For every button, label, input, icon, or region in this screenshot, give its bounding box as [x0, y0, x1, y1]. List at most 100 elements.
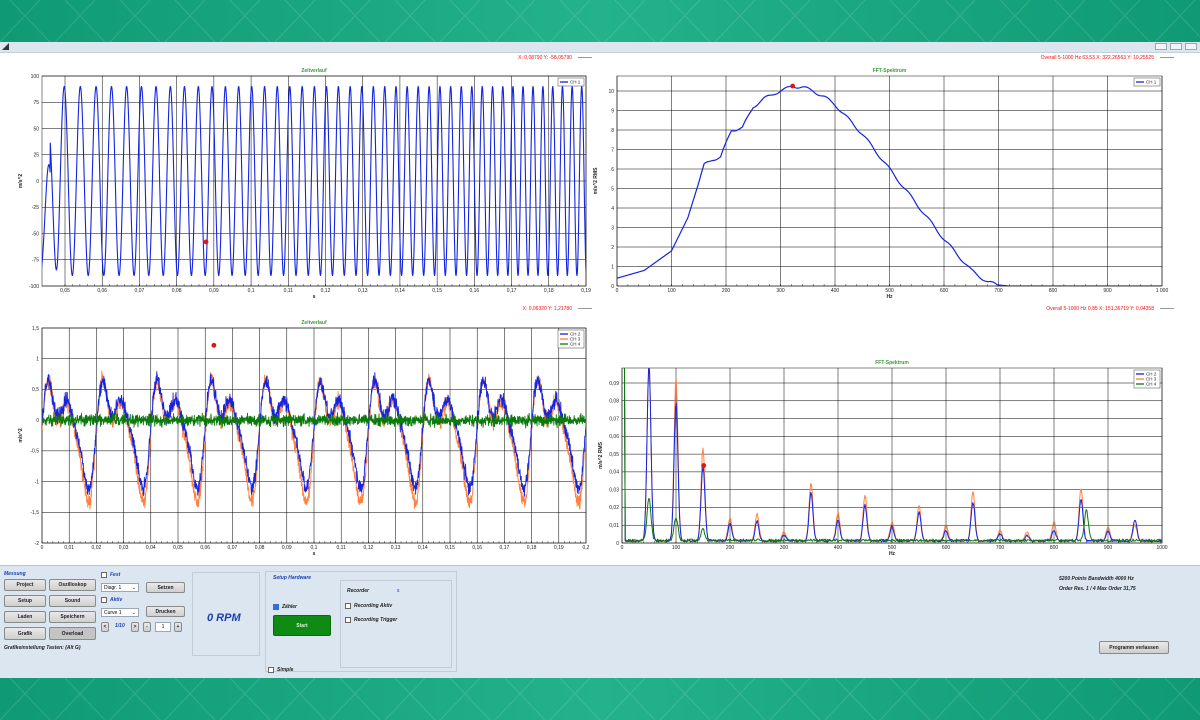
chart1-xtick-label: 0,18	[544, 288, 554, 294]
chart2-xtick-label: 900	[1103, 288, 1112, 294]
fest-checkbox[interactable]	[101, 572, 107, 578]
chart1-xtick-label: 0,09	[209, 288, 219, 294]
chart3-ytick-label: -0,5	[30, 449, 39, 455]
recording-trigger-label: Recording Trigger	[354, 617, 398, 623]
recording-aktiv-checkbox[interactable]	[345, 603, 351, 609]
band-pattern-top	[0, 0, 1200, 42]
zaehler-label: Zähler	[282, 604, 298, 610]
chart3-title: Zeitverlauf	[301, 320, 327, 326]
diagram-select[interactable]: Diagr. 1 ⌄	[101, 583, 139, 592]
simple-checkbox[interactable]	[268, 667, 274, 673]
chart2-xtick-label: 200	[722, 288, 731, 294]
curve-select[interactable]: Curve 1 ⌄	[101, 608, 139, 617]
chart1-ytick-label: 0	[36, 179, 39, 185]
chart2-ytick-label: 10	[608, 89, 614, 95]
page-next-button[interactable]: >	[131, 622, 139, 632]
increment-button[interactable]: +	[174, 622, 182, 632]
chart1-ytick-label: -25	[32, 205, 39, 211]
chevron-down-icon: ⌄	[131, 610, 136, 616]
chart4-ytick-label: 0,08	[609, 399, 619, 405]
band-pattern-bottom	[0, 678, 1200, 720]
chart4-xtick-label: 600	[942, 545, 951, 551]
chart4-ytick-label: 0,07	[609, 416, 619, 422]
chart2-ytick-label: 0	[611, 284, 614, 290]
recording-aktiv-label: Recording Aktiv	[354, 603, 393, 609]
chart2-ytick-label: 5	[611, 186, 614, 192]
grafik-button[interactable]: Grafik	[4, 627, 46, 640]
recorder-value: s	[397, 588, 400, 594]
chart3-ytick-label: -1	[35, 479, 40, 485]
overload-button[interactable]: Overload	[49, 627, 96, 640]
chart4-ytick-label: 0,06	[609, 434, 619, 440]
chart3-xtick-label: 0,13	[391, 545, 401, 551]
control-panel: Messung Project Oszilloskop Setup Sound …	[0, 565, 1200, 679]
diagram-select-value: Diagr. 1	[104, 585, 122, 591]
zaehler-checkbox[interactable]	[273, 604, 279, 610]
chart1-xtick-label: 0,16	[469, 288, 479, 294]
chart1-xlabel: s	[313, 294, 316, 300]
chevron-down-icon: ⌄	[131, 585, 136, 591]
chart4-xtick-label: 900	[1104, 545, 1113, 551]
chart2-ylabel: m/s^2 RMS	[593, 167, 599, 194]
chart3-ylabel: m/s^2	[18, 428, 24, 443]
chart2-xlabel: Hz	[886, 294, 893, 300]
recorder-label: Recorder	[347, 588, 369, 594]
project-button[interactable]: Project	[4, 579, 46, 591]
number-input[interactable]: 1	[155, 622, 171, 632]
chart1-legend-label: CH 1	[570, 80, 581, 85]
chart2-cursor-marker	[790, 83, 796, 89]
chart1-xtick-label: 0,14	[395, 288, 405, 294]
chart3-ytick-label: -2	[35, 541, 40, 547]
chart3-xtick-label: 0,15	[445, 545, 455, 551]
chart3-xtick-label: 0,06	[200, 545, 210, 551]
chart3-xtick-label: 0,16	[472, 545, 482, 551]
chart2-xtick-label: 600	[940, 288, 949, 294]
chart1-ytick-label: -50	[32, 231, 39, 237]
chart4-legend-label: CH 4	[1146, 382, 1157, 387]
charts-area: Zeitverlauf1007550250-25-50-75-1000,05 0,…	[18, 68, 1169, 557]
decrement-button[interactable]: -	[143, 622, 151, 632]
aktiv-checkbox[interactable]	[101, 597, 107, 603]
chart4-xtick-label: 0	[621, 545, 624, 551]
laden-button[interactable]: Laden	[4, 611, 46, 623]
chart1-ytick-label: 100	[31, 74, 40, 80]
top-decorative-band	[0, 0, 1200, 42]
chart4-ytick-label: 0,05	[609, 452, 619, 458]
chart3-xtick-label: 0,19	[554, 545, 564, 551]
exit-program-button[interactable]: Programm verlassen	[1099, 641, 1169, 654]
chart3-xtick-label: 0,08	[255, 545, 265, 551]
chart3-xtick-label: 0,02	[92, 545, 102, 551]
chart2-ytick-label: 1	[611, 264, 614, 270]
chart4-ylabel: m/s^2 RMS	[598, 441, 604, 468]
oszilloskop-button[interactable]: Oszilloskop	[49, 579, 96, 591]
chart2-ytick-label: 9	[611, 108, 614, 114]
chart3-legend-label: CH 4	[570, 342, 581, 347]
rpm-frame	[192, 572, 260, 656]
recording-trigger-checkbox[interactable]	[345, 617, 351, 623]
drucken-button[interactable]: Drucken	[146, 606, 185, 617]
chart1-title: Zeitverlauf	[301, 68, 327, 74]
chart2-ytick-label: 4	[611, 206, 614, 212]
chart4-ytick-label: 0,01	[609, 523, 619, 529]
chart4-xtick-label: 800	[1050, 545, 1059, 551]
setup-hardware-label: Setup Hardware	[273, 575, 312, 581]
setzen-button[interactable]: Setzen	[146, 582, 185, 593]
chart2-xtick-label: 800	[1049, 288, 1058, 294]
chart2-xtick-label: 1 000	[1156, 288, 1169, 294]
chart4-title: FFT-Spektrum	[875, 360, 909, 366]
chart4-xtick-label: 300	[780, 545, 789, 551]
simple-label: Simple	[277, 667, 294, 673]
setup-button[interactable]: Setup	[4, 595, 46, 607]
sound-button[interactable]: Sound	[49, 595, 96, 607]
chart3-xtick-label: 0,07	[228, 545, 238, 551]
chart3-xlabel: s	[313, 551, 316, 557]
page-prev-button[interactable]: <	[101, 622, 109, 632]
chart2-legend-label: CH 1	[1146, 80, 1157, 85]
application-window: X: 0,08790 Y: -58,05790 Overall 5-1000 H…	[0, 42, 1200, 679]
chart1-xtick-label: 0,13	[358, 288, 368, 294]
speichern-button[interactable]: Speichern	[49, 611, 96, 623]
start-button[interactable]: Start	[273, 615, 331, 636]
chart2-ytick-label: 8	[611, 128, 614, 134]
chart2-xtick-label: 400	[831, 288, 840, 294]
chart1-ytick-label: -75	[32, 258, 39, 264]
